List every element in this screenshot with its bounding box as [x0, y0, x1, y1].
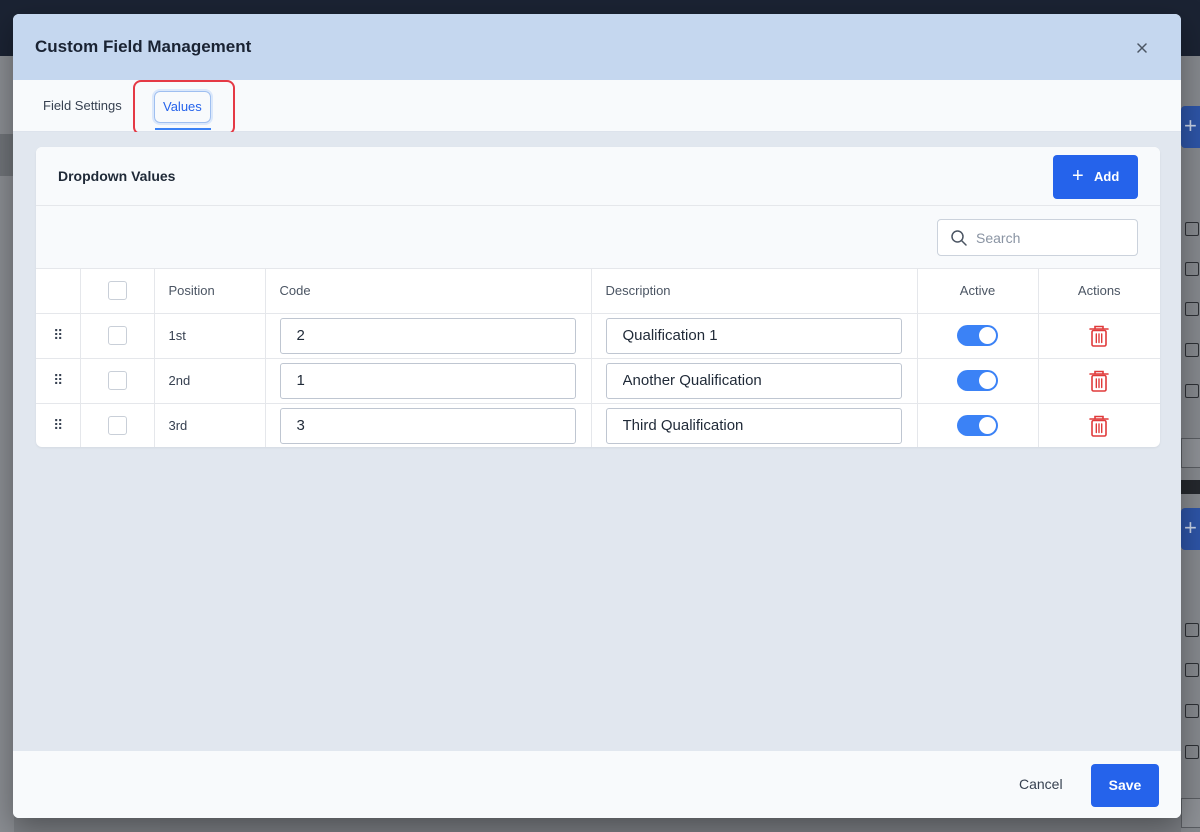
select-all-header — [80, 269, 155, 314]
actions-cell — [1038, 358, 1160, 404]
background-edit-icon — [1185, 663, 1199, 677]
description-input[interactable] — [605, 407, 902, 444]
row-checkbox[interactable] — [107, 416, 127, 436]
modal-body: Dropdown Values + Add Search Position Co… — [13, 132, 1181, 751]
background-pager-box — [1181, 798, 1200, 828]
background-divider — [1181, 480, 1200, 494]
description-input[interactable] — [605, 317, 902, 354]
plus-icon: + — [1072, 165, 1084, 187]
background-edit-icon — [1185, 343, 1199, 357]
actions-cell — [1038, 313, 1160, 359]
search-icon — [951, 230, 967, 246]
code-cell — [265, 313, 592, 359]
row-checkbox[interactable] — [107, 326, 127, 345]
drag-handle-cell: ⠿ — [36, 358, 81, 404]
code-cell — [265, 403, 592, 447]
drag-handle-cell: ⠿ — [36, 403, 81, 447]
background-edit-icon — [1185, 302, 1199, 316]
active-cell — [917, 313, 1039, 359]
trash-icon[interactable] — [1088, 324, 1110, 348]
modal-header: Custom Field Management — [13, 14, 1181, 80]
background-edit-icon — [1185, 623, 1199, 637]
row-checkbox[interactable] — [107, 371, 127, 390]
close-button[interactable] — [1131, 37, 1153, 59]
column-header-description: Description — [591, 269, 918, 314]
description-cell — [591, 403, 918, 447]
code-input[interactable] — [279, 362, 576, 399]
select-all-checkbox[interactable] — [107, 281, 127, 301]
trash-icon[interactable] — [1088, 369, 1110, 393]
drag-handle-icon[interactable]: ⠿ — [53, 417, 63, 434]
search-input[interactable] — [976, 226, 1131, 250]
active-cell — [917, 358, 1039, 404]
table-header-row: Position Code Description Active Actions — [36, 269, 1160, 314]
save-button[interactable]: Save — [1091, 764, 1159, 807]
table-row: ⠿ 3rd — [36, 403, 1160, 447]
active-toggle[interactable] — [957, 370, 998, 391]
background-pager-box — [1181, 438, 1200, 468]
column-header-actions: Actions — [1038, 269, 1160, 314]
select-cell — [80, 313, 155, 359]
background-edit-icon — [1185, 745, 1199, 759]
dropdown-values-card: Dropdown Values + Add Search Position Co… — [36, 147, 1160, 447]
description-cell — [591, 313, 918, 359]
drag-column-header — [36, 269, 81, 314]
background-add-button — [1181, 508, 1200, 550]
drag-handle-cell: ⠿ — [36, 313, 81, 359]
background-sidebar-active-item — [0, 134, 14, 176]
code-cell — [265, 358, 592, 404]
background-edit-icon — [1185, 704, 1199, 718]
column-header-code: Code — [265, 269, 592, 314]
table-row: ⠿ 1st — [36, 313, 1160, 359]
tab-field-settings[interactable]: Field Settings — [43, 98, 122, 113]
drag-handle-icon[interactable]: ⠿ — [53, 327, 63, 344]
actions-cell — [1038, 403, 1160, 447]
background-edit-icon — [1185, 384, 1199, 398]
background-edit-icon — [1185, 262, 1199, 276]
background-add-button — [1181, 106, 1200, 148]
description-input[interactable] — [605, 362, 902, 399]
add-button-label: Add — [1094, 169, 1120, 184]
highlight-annotation — [133, 80, 235, 135]
trash-icon[interactable] — [1088, 414, 1110, 438]
close-icon — [1137, 43, 1147, 53]
position-cell: 3rd — [154, 403, 266, 447]
position-cell: 2nd — [154, 358, 266, 404]
select-cell — [80, 358, 155, 404]
position-cell: 1st — [154, 313, 266, 359]
active-toggle[interactable] — [957, 415, 998, 437]
custom-field-modal: Custom Field Management Field Settings V… — [13, 14, 1181, 818]
search-box[interactable] — [937, 219, 1138, 256]
search-row — [36, 206, 1160, 269]
code-input[interactable] — [279, 317, 576, 354]
code-input[interactable] — [279, 407, 576, 444]
background-edit-icon — [1185, 222, 1199, 236]
cancel-button[interactable]: Cancel — [1019, 776, 1063, 792]
add-button[interactable]: + Add — [1053, 155, 1138, 199]
card-header: Dropdown Values + Add — [36, 147, 1160, 206]
active-cell — [917, 403, 1039, 447]
column-header-position: Position — [154, 269, 266, 314]
values-table: Position Code Description Active Actions… — [36, 269, 1160, 447]
column-header-active: Active — [917, 269, 1039, 314]
modal-title: Custom Field Management — [35, 37, 252, 56]
drag-handle-icon[interactable]: ⠿ — [53, 372, 63, 389]
active-toggle[interactable] — [957, 325, 998, 346]
description-cell — [591, 358, 918, 404]
select-cell — [80, 403, 155, 447]
modal-footer: Cancel Save — [13, 751, 1181, 818]
table-row: ⠿ 2nd — [36, 358, 1160, 404]
card-title: Dropdown Values — [58, 168, 176, 184]
